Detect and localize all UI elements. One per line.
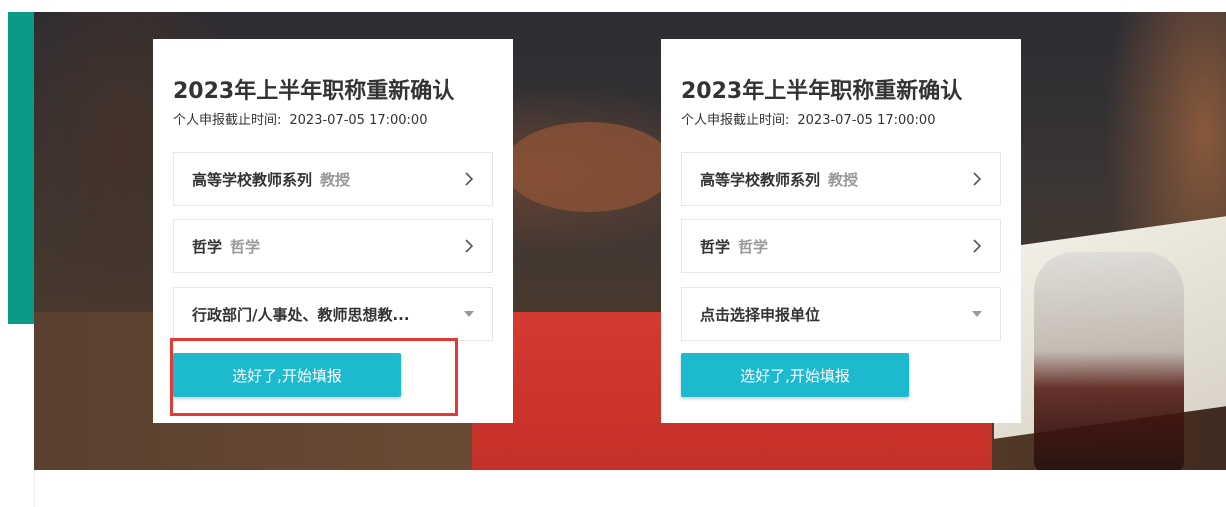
discipline-selector[interactable]: 哲学 哲学 xyxy=(173,219,493,273)
series-sub: 教授 xyxy=(828,170,859,189)
card-title: 2023年上半年职称重新确认 xyxy=(681,79,963,104)
deadline-value: 2023-07-05 17:00:00 xyxy=(289,113,428,128)
application-card-2: 2023年上半年职称重新确认 个人申报截止时间: 2023-07-05 17:00… xyxy=(661,39,1021,423)
series-selector[interactable]: 高等学校教师系列 教授 xyxy=(681,152,1001,206)
deadline-label: 个人申报截止时间: xyxy=(173,113,282,128)
series-selector[interactable]: 高等学校教师系列 教授 xyxy=(173,152,493,206)
series-main: 高等学校教师系列 xyxy=(700,170,821,189)
caret-down-icon xyxy=(460,305,478,323)
application-card-1: 2023年上半年职称重新确认 个人申报截止时间: 2023-07-05 17:00… xyxy=(153,39,513,423)
series-sub: 教授 xyxy=(320,170,351,189)
caret-down-icon xyxy=(968,305,986,323)
chevron-right-icon xyxy=(460,237,478,255)
divider xyxy=(34,470,35,507)
accent-bar xyxy=(8,12,34,324)
discipline-selector[interactable]: 哲学 哲学 xyxy=(681,219,1001,273)
card-title: 2023年上半年职称重新确认 xyxy=(173,79,455,104)
chevron-right-icon xyxy=(460,170,478,188)
discipline-main: 哲学 xyxy=(192,237,223,256)
deadline-label: 个人申报截止时间: xyxy=(681,113,790,128)
chevron-right-icon xyxy=(968,237,986,255)
unit-select[interactable]: 点击选择申报单位 xyxy=(681,287,1001,341)
discipline-sub: 哲学 xyxy=(738,237,769,256)
unit-placeholder: 点击选择申报单位 xyxy=(700,305,821,324)
chevron-right-icon xyxy=(968,170,986,188)
deadline-info: 个人申报截止时间: 2023-07-05 17:00:00 xyxy=(173,113,493,129)
discipline-sub: 哲学 xyxy=(230,237,261,256)
deadline-value: 2023-07-05 17:00:00 xyxy=(797,113,936,128)
series-main: 高等学校教师系列 xyxy=(192,170,313,189)
discipline-main: 哲学 xyxy=(700,237,731,256)
start-filling-button[interactable]: 选好了,开始填报 xyxy=(681,353,909,397)
unit-value: 行政部门/人事处、教师思想教... xyxy=(192,305,410,324)
unit-select[interactable]: 行政部门/人事处、教师思想教... xyxy=(173,287,493,341)
start-filling-button[interactable]: 选好了,开始填报 xyxy=(173,353,401,397)
deadline-info: 个人申报截止时间: 2023-07-05 17:00:00 xyxy=(681,113,1001,129)
